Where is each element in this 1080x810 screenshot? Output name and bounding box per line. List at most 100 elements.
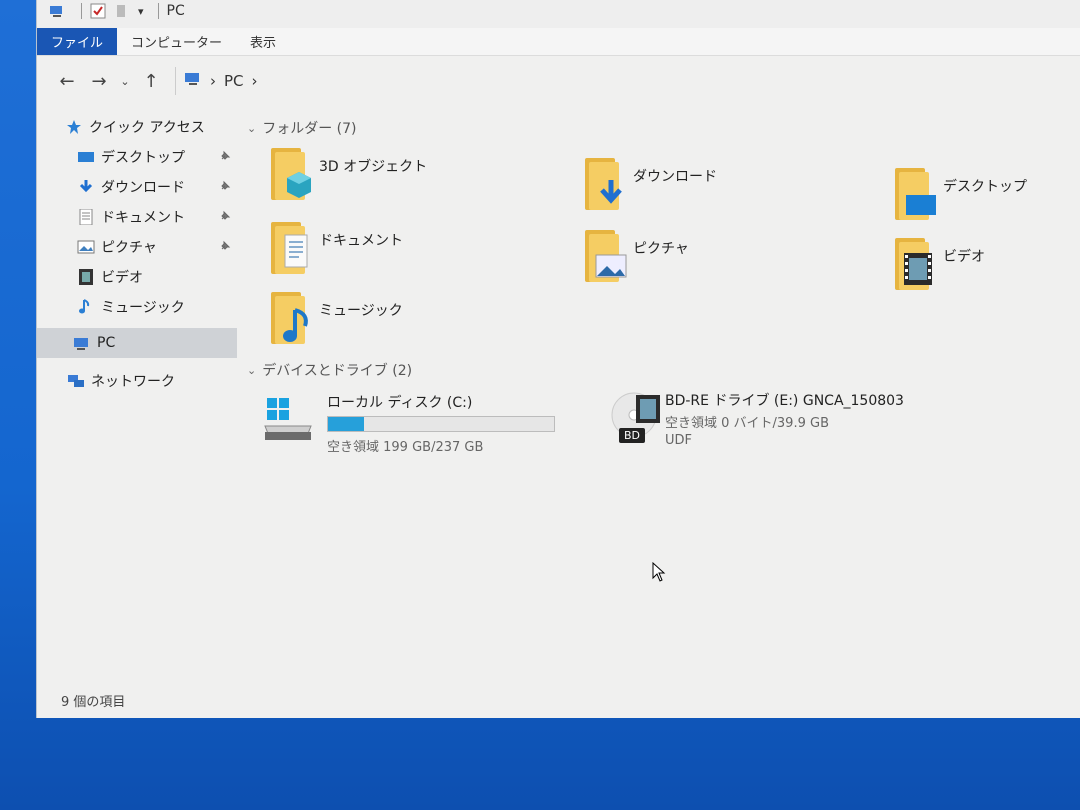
devices-group-header[interactable]: ⌄ デバイスとドライブ (2) (247, 360, 412, 380)
document-icon (284, 234, 308, 268)
explorer-window: ▾ PC ファイル コンピューター 表示 ← → ⌄ ↑ › PC › クイック… (36, 0, 1080, 718)
drive-usage-bar (327, 416, 555, 432)
document-icon (77, 208, 95, 226)
sidebar-item-label: ダウンロード (101, 180, 185, 196)
title-bar: ▾ PC (37, 0, 1080, 28)
folders-group-header[interactable]: ⌄ フォルダー (7) (247, 118, 357, 138)
pin-icon[interactable] (219, 150, 231, 165)
folder-label: ビデオ (943, 249, 985, 265)
download-icon (600, 180, 622, 204)
tab-computer[interactable]: コンピューター (117, 28, 236, 55)
desktop-icon (77, 149, 95, 165)
sidebar-item-label: ネットワーク (91, 374, 175, 390)
drive-free-space: 空き領域 0 バイト/39.9 GB (665, 416, 829, 431)
sidebar-item-videos[interactable]: ビデオ (37, 262, 237, 292)
video-icon (904, 253, 932, 285)
video-icon (77, 269, 95, 285)
folder-label: ピクチャ (633, 241, 689, 257)
new-folder-icon[interactable] (114, 3, 130, 19)
folder-label: デスクトップ (943, 179, 1027, 195)
title-separator-2 (157, 3, 159, 19)
cube-icon (287, 172, 311, 198)
back-button[interactable]: ← (51, 71, 83, 92)
chevron-down-icon: ⌄ (247, 363, 257, 377)
drive-name: ローカル ディスク (C:) (327, 395, 473, 411)
drive-local-c[interactable]: ローカル ディスク (C:) 空き領域 199 GB/237 GB (263, 392, 555, 455)
sidebar-item-label: クイック アクセス (89, 120, 205, 136)
folder-icon (895, 168, 936, 220)
sidebar-item-label: ビデオ (101, 270, 143, 286)
pin-icon[interactable] (219, 210, 231, 225)
desktop-icon (906, 195, 936, 215)
sidebar-item-pictures[interactable]: ピクチャ (37, 232, 237, 262)
chevron-down-icon: ⌄ (247, 121, 257, 135)
folder-icon (271, 222, 311, 274)
up-button[interactable]: ↑ (135, 71, 167, 92)
pin-icon[interactable] (219, 240, 231, 255)
tab-file[interactable]: ファイル (37, 28, 118, 55)
recent-locations-button[interactable]: ⌄ (115, 75, 135, 88)
sidebar-item-music[interactable]: ミュージック (37, 292, 237, 322)
folder-downloads[interactable]: ダウンロード (585, 158, 717, 210)
breadcrumb-separator: › (210, 72, 216, 90)
sidebar-item-downloads[interactable]: ダウンロード (37, 172, 237, 202)
sidebar-item-network[interactable]: ネットワーク (37, 366, 237, 396)
folder-documents[interactable]: ドキュメント (271, 222, 403, 274)
ribbon-tabs: ファイル コンピューター 表示 (37, 28, 1080, 56)
folder-icon (585, 230, 627, 282)
bd-drive-icon: BD (609, 390, 660, 450)
folder-3d-objects[interactable]: 3D オブジェクト (271, 148, 427, 200)
folder-label: 3D オブジェクト (319, 159, 428, 175)
drive-usage-fill (328, 417, 365, 431)
status-bar-item-count: 9 個の項目 (61, 695, 126, 710)
folder-label: ダウンロード (633, 169, 717, 185)
pc-icon (73, 335, 91, 351)
folder-icon (895, 238, 935, 290)
video-icon (636, 395, 660, 423)
folder-videos[interactable]: ビデオ (895, 238, 985, 290)
drive-bd-re-e[interactable]: BD BD-RE ドライブ (E:) GNCA_150803 空き領域 0 バイ… (609, 390, 904, 450)
folder-icon (271, 292, 311, 344)
folder-music[interactable]: ミュージック (271, 292, 403, 344)
sidebar-item-label: デスクトップ (101, 150, 185, 166)
content-area: ⌄ フォルダー (7) 3D オブジェクト ダウンロード デスクトップ ドキュメ… (241, 112, 1080, 692)
sidebar-item-label: ミュージック (101, 300, 185, 316)
sidebar-item-desktop[interactable]: デスクトップ (37, 142, 237, 172)
drive-free-space: 空き領域 199 GB/237 GB (327, 440, 484, 455)
breadcrumb-pc[interactable]: PC (224, 72, 244, 90)
quick-access-dropdown[interactable]: ▾ (138, 5, 144, 18)
pictures-icon (77, 239, 95, 255)
music-icon (283, 308, 308, 342)
pictures-icon (595, 254, 627, 278)
sidebar-item-pc[interactable]: PC (37, 328, 237, 358)
breadcrumb-separator-2[interactable]: › (252, 72, 258, 90)
music-icon (77, 299, 95, 315)
forward-button[interactable]: → (83, 71, 115, 92)
tab-view[interactable]: 表示 (236, 28, 290, 55)
bd-label: BD (619, 428, 646, 443)
star-icon (65, 119, 83, 135)
folder-label: ドキュメント (319, 233, 403, 249)
sidebar-item-documents[interactable]: ドキュメント (37, 202, 237, 232)
network-icon (67, 373, 85, 389)
pin-icon[interactable] (219, 180, 231, 195)
properties-icon[interactable] (90, 3, 106, 19)
sidebar-item-label: ピクチャ (101, 240, 157, 256)
folder-label: ミュージック (319, 303, 403, 319)
address-pc-icon (184, 71, 202, 91)
folder-icon (585, 158, 625, 210)
download-icon (77, 179, 95, 195)
window-title: PC (166, 3, 185, 19)
pc-icon[interactable] (49, 3, 65, 19)
drive-name: BD-RE ドライブ (E:) GNCA_150803 (665, 393, 904, 409)
hard-drive-icon (264, 398, 312, 440)
folder-pictures[interactable]: ピクチャ (585, 230, 689, 282)
address-box[interactable]: › PC › (175, 67, 1080, 95)
sidebar-item-quick-access[interactable]: クイック アクセス (37, 112, 237, 142)
folder-desktop[interactable]: デスクトップ (895, 168, 1027, 220)
address-bar-row: ← → ⌄ ↑ › PC › (37, 64, 1080, 98)
folder-icon (271, 148, 311, 200)
drive-filesystem: UDF (665, 433, 693, 448)
sidebar-item-label: PC (97, 335, 116, 351)
mouse-cursor-icon (652, 562, 666, 582)
